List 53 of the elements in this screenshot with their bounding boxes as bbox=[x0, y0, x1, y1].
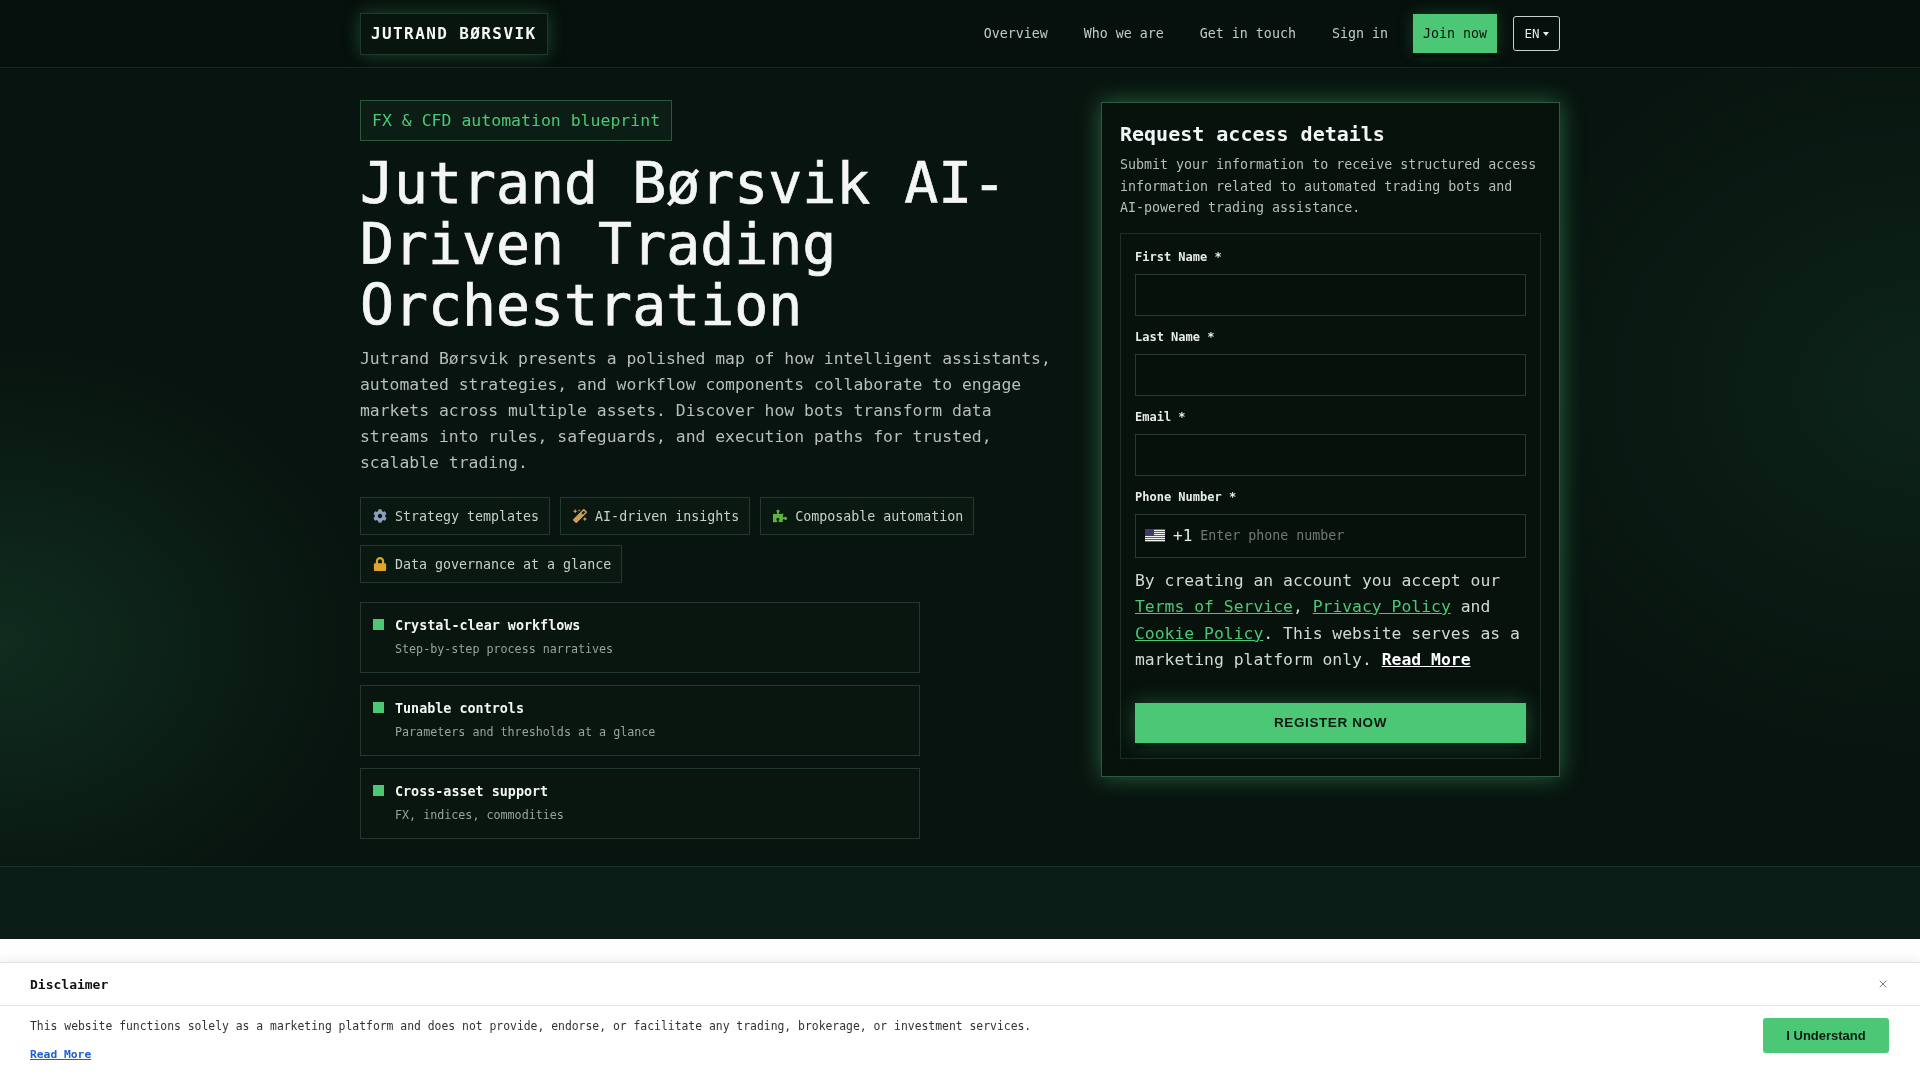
tag-label: Composable automation bbox=[795, 508, 964, 524]
phone-number-input[interactable]: Enter phone number bbox=[1200, 520, 1516, 551]
tag-label: Data governance at a glance bbox=[395, 556, 612, 572]
nav-link[interactable]: Who we are bbox=[1065, 18, 1182, 49]
dial-code: +1 bbox=[1173, 526, 1193, 545]
read-more-link[interactable]: Read More bbox=[30, 1047, 92, 1063]
tag-label: AI-driven insights bbox=[595, 508, 740, 524]
badge: FX & CFD automation blueprint bbox=[360, 100, 673, 141]
square-bullet-icon bbox=[373, 785, 384, 796]
form-description: Submit your information to receive structured access information related to automated trading bots and AI-powered trading assistance. bbox=[1120, 156, 1538, 217]
close-icon bbox=[1877, 978, 1889, 990]
flag-icon bbox=[1145, 529, 1165, 542]
input-field[interactable] bbox=[1135, 433, 1526, 476]
input-field[interactable] bbox=[1135, 353, 1526, 396]
caret-icon bbox=[1542, 31, 1549, 36]
policy-link[interactable]: Terms of Service bbox=[1135, 597, 1293, 616]
feature-subtitle: Step-by-step process narratives bbox=[395, 641, 614, 657]
join-button[interactable]: Join now bbox=[1412, 14, 1497, 53]
logo[interactable]: JUTRAND BØRSVIK bbox=[360, 12, 548, 55]
close-button[interactable] bbox=[1877, 978, 1889, 990]
hero-title: Jutrand Børsvik AI-Driven Trading Orchestration bbox=[360, 153, 1008, 336]
field-label: Email * bbox=[1135, 408, 1187, 425]
feature-title: Crystal-clear workflows bbox=[395, 617, 582, 635]
square-bullet-icon bbox=[373, 702, 384, 713]
disclaimer-title: Disclaimer bbox=[30, 976, 109, 992]
feature-title: Cross-asset support bbox=[395, 783, 550, 801]
policy-link[interactable]: Privacy Policy bbox=[1312, 597, 1451, 616]
nav-link[interactable]: Sign in bbox=[1313, 18, 1406, 49]
magic-wand-icon bbox=[573, 509, 588, 523]
field-label: First Name * bbox=[1135, 248, 1223, 265]
square-bullet-icon bbox=[373, 619, 384, 630]
gear-icon bbox=[373, 509, 387, 523]
tag-label: Strategy templates bbox=[395, 508, 540, 524]
input-field[interactable] bbox=[1135, 273, 1526, 316]
lock-icon bbox=[373, 557, 387, 571]
nav-link[interactable]: Get in touch bbox=[1181, 18, 1314, 49]
disclaimer-text: This website functions solely as a marketing platform and does not provide, endorse, or facilitate any trading, brokerage, or investment services. bbox=[30, 1018, 1032, 1034]
language-button[interactable]: EN bbox=[1513, 16, 1560, 51]
register-button[interactable]: REGISTER NOW bbox=[1135, 702, 1526, 743]
understand-button[interactable]: I Understand bbox=[1763, 1018, 1889, 1053]
policy-link[interactable]: Cookie Policy bbox=[1135, 623, 1264, 643]
hero-description: Jutrand Børsvik presents a polished map of how intelligent assistants, automated strategies, and workflow components collaborate to engage markets across multiple assets. Discover how bots transform data streams into rules, safeguards, and execution paths for trusted, scalable trading. bbox=[360, 348, 1052, 474]
phone-field[interactable]: +1 Enter phone number bbox=[1135, 513, 1526, 558]
feature-title: Tunable controls bbox=[395, 700, 525, 718]
read-more-link[interactable]: Read More bbox=[1381, 650, 1471, 669]
nav-link[interactable]: Overview bbox=[965, 18, 1066, 49]
form-title: Request access details bbox=[1120, 121, 1386, 148]
field-label: Last Name * bbox=[1135, 328, 1216, 345]
consent-text: By creating an account you accept our Terms of Service, Privacy Policy and Cookie Policy. This website serves as a marketing platform only. Read More bbox=[1135, 569, 1521, 671]
puzzle-piece-icon bbox=[773, 509, 788, 523]
feature-subtitle: Parameters and thresholds at a glance bbox=[395, 724, 656, 740]
field-label: Phone Number * bbox=[1135, 488, 1238, 505]
feature-subtitle: FX, indices, commodities bbox=[395, 807, 564, 823]
